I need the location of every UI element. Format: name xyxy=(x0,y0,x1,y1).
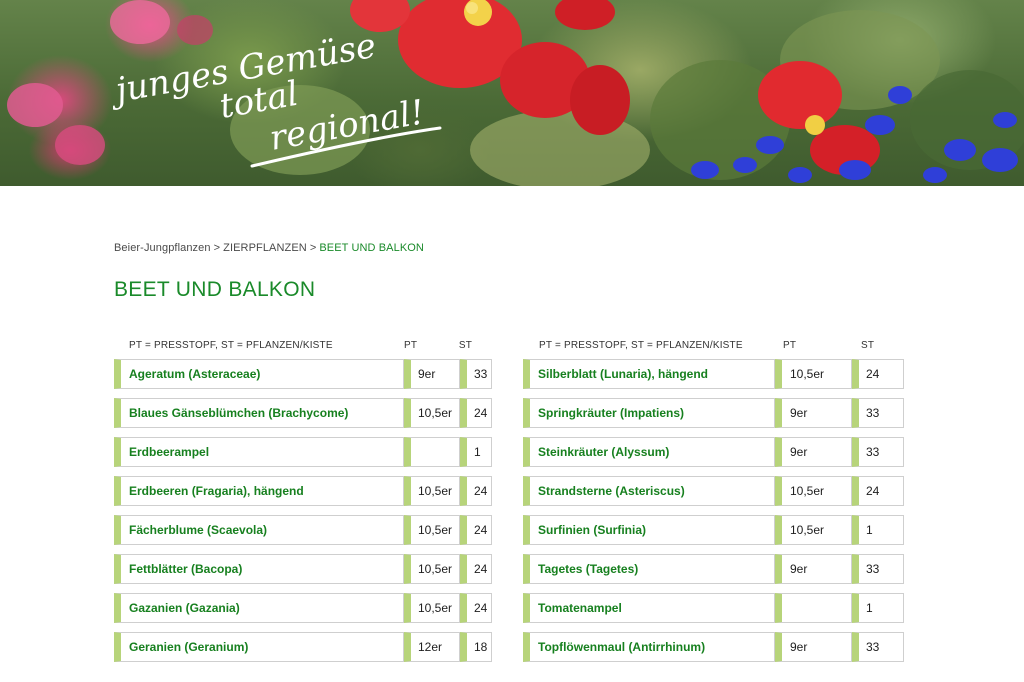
hero-banner: junges Gemüse total regional! xyxy=(0,0,1024,186)
header-pt: PT xyxy=(404,339,418,351)
table-row: Geranien (Geranium) 12er 18 xyxy=(114,632,498,662)
plant-name-link[interactable]: Strandsterne (Asteriscus) xyxy=(523,476,775,506)
st-value: 33 xyxy=(852,632,904,662)
pt-value: 9er xyxy=(775,632,852,662)
table-rows: Silberblatt (Lunaria), hängend 10,5er 24… xyxy=(523,359,907,662)
table-row: Ageratum (Asteraceae) 9er 33 xyxy=(114,359,498,389)
flower-photo: junges Gemüse total regional! xyxy=(7,0,1024,186)
plant-name-link[interactable]: Tagetes (Tagetes) xyxy=(523,554,775,584)
table-rows: Ageratum (Asteraceae) 9er 33 Blaues Gäns… xyxy=(114,359,498,662)
table-row: Steinkräuter (Alyssum) 9er 33 xyxy=(523,437,907,467)
table-row: Silberblatt (Lunaria), hängend 10,5er 24 xyxy=(523,359,907,389)
table-row: Strandsterne (Asteriscus) 10,5er 24 xyxy=(523,476,907,506)
pt-value: 10,5er xyxy=(404,554,460,584)
st-value: 33 xyxy=(852,437,904,467)
plant-name-link[interactable]: Tomatenampel xyxy=(523,593,775,623)
plant-name-link[interactable]: Erdbeerampel xyxy=(114,437,404,467)
st-value: 24 xyxy=(852,359,904,389)
pt-value: 9er xyxy=(775,398,852,428)
plant-name-link[interactable]: Springkräuter (Impatiens) xyxy=(523,398,775,428)
st-value: 33 xyxy=(852,398,904,428)
header-st: ST xyxy=(861,339,875,351)
table-row: Surfinien (Surfinia) 10,5er 1 xyxy=(523,515,907,545)
header-legend: PT = PRESSTOPF, ST = PFLANZEN/KISTE xyxy=(539,339,743,351)
pt-value: 9er xyxy=(775,554,852,584)
pt-value: 9er xyxy=(775,437,852,467)
st-value: 18 xyxy=(460,632,492,662)
pt-value: 10,5er xyxy=(404,515,460,545)
breadcrumb-separator: > xyxy=(213,242,221,254)
plant-name-link[interactable]: Ageratum (Asteraceae) xyxy=(114,359,404,389)
header-pt: PT xyxy=(783,339,797,351)
plant-name-link[interactable]: Blaues Gänseblümchen (Brachycome) xyxy=(114,398,404,428)
table-row: Blaues Gänseblümchen (Brachycome) 10,5er… xyxy=(114,398,498,428)
pt-value: 10,5er xyxy=(404,398,460,428)
pt-value: 10,5er xyxy=(775,359,852,389)
plant-name-link[interactable]: Gazanien (Gazania) xyxy=(114,593,404,623)
st-value: 1 xyxy=(852,593,904,623)
table-header: PT = PRESSTOPF, ST = PFLANZEN/KISTE PT S… xyxy=(523,336,907,354)
pt-value: 10,5er xyxy=(404,476,460,506)
table-row: Fettblätter (Bacopa) 10,5er 24 xyxy=(114,554,498,584)
plant-table-left: PT = PRESSTOPF, ST = PFLANZEN/KISTE PT S… xyxy=(114,336,498,671)
st-value: 24 xyxy=(460,593,492,623)
pt-value xyxy=(404,437,460,467)
st-value: 33 xyxy=(460,359,492,389)
pt-value: 12er xyxy=(404,632,460,662)
header-legend: PT = PRESSTOPF, ST = PFLANZEN/KISTE xyxy=(129,339,333,351)
st-value: 24 xyxy=(460,398,492,428)
table-row: Tagetes (Tagetes) 9er 33 xyxy=(523,554,907,584)
table-row: Gazanien (Gazania) 10,5er 24 xyxy=(114,593,498,623)
header-st: ST xyxy=(458,339,473,351)
st-value: 33 xyxy=(852,554,904,584)
table-header: PT = PRESSTOPF, ST = PFLANZEN/KISTE PT S… xyxy=(114,336,498,354)
page-title: BEET UND BALKON xyxy=(114,278,316,301)
st-value: 24 xyxy=(460,476,492,506)
breadcrumb: Beier-Jungpflanzen > ZIERPFLANZEN > BEET UND… xyxy=(114,242,424,254)
plant-name-link[interactable]: Fettblätter (Bacopa) xyxy=(114,554,404,584)
plant-name-link[interactable]: Topflöwenmaul (Antirrhinum) xyxy=(523,632,775,662)
breadcrumb-separator: > xyxy=(309,242,317,254)
table-row: Erdbeeren (Fragaria), hängend 10,5er 24 xyxy=(114,476,498,506)
pt-value: 9er xyxy=(404,359,460,389)
breadcrumb-current: BEET UND BALKON xyxy=(319,242,424,254)
plant-table-right: PT = PRESSTOPF, ST = PFLANZEN/KISTE PT S… xyxy=(523,336,907,671)
st-value: 1 xyxy=(852,515,904,545)
pt-value: 10,5er xyxy=(775,515,852,545)
table-row: Tomatenampel 1 xyxy=(523,593,907,623)
table-row: Fächerblume (Scaevola) 10,5er 24 xyxy=(114,515,498,545)
st-value: 24 xyxy=(460,554,492,584)
table-row: Springkräuter (Impatiens) 9er 33 xyxy=(523,398,907,428)
breadcrumb-home-link[interactable]: Beier-Jungpflanzen xyxy=(114,242,211,254)
st-value: 24 xyxy=(852,476,904,506)
pt-value: 10,5er xyxy=(775,476,852,506)
plant-name-link[interactable]: Fächerblume (Scaevola) xyxy=(114,515,404,545)
plant-name-link[interactable]: Silberblatt (Lunaria), hängend xyxy=(523,359,775,389)
plant-name-link[interactable]: Surfinien (Surfinia) xyxy=(523,515,775,545)
st-value: 1 xyxy=(460,437,492,467)
pt-value: 10,5er xyxy=(404,593,460,623)
pt-value xyxy=(775,593,852,623)
plant-name-link[interactable]: Geranien (Geranium) xyxy=(114,632,404,662)
breadcrumb-zierpflanzen-link[interactable]: ZIERPFLANZEN xyxy=(223,242,307,254)
table-row: Erdbeerampel 1 xyxy=(114,437,498,467)
st-value: 24 xyxy=(460,515,492,545)
plant-name-link[interactable]: Steinkräuter (Alyssum) xyxy=(523,437,775,467)
table-row: Topflöwenmaul (Antirrhinum) 9er 33 xyxy=(523,632,907,662)
plant-name-link[interactable]: Erdbeeren (Fragaria), hängend xyxy=(114,476,404,506)
